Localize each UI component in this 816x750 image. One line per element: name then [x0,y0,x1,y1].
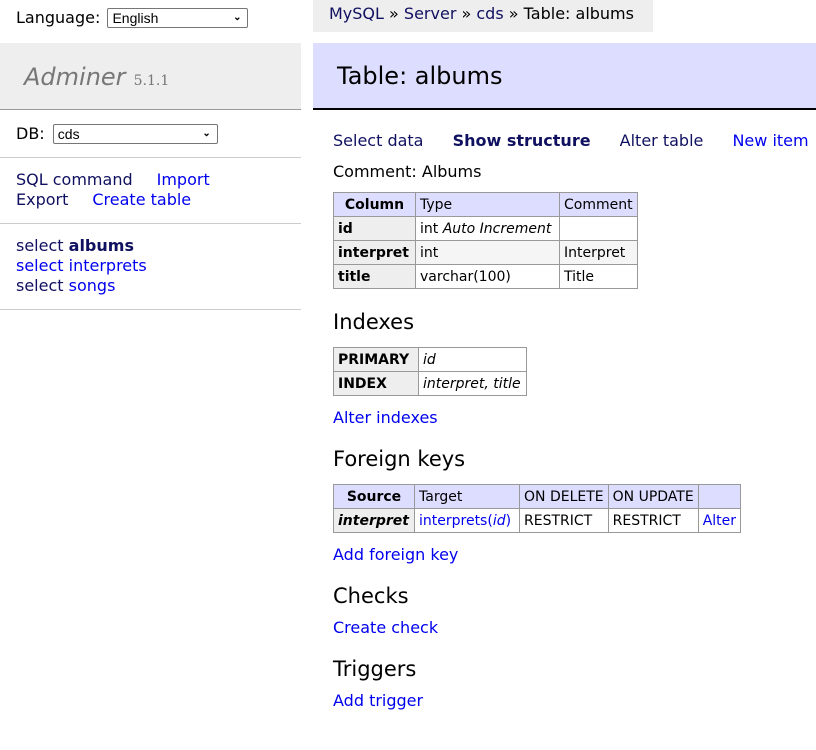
index-columns: interpret, title [418,371,527,396]
sidebar: Adminer 5.1.1 DB: cds ⌄ SQL command Impor… [0,43,301,310]
triggers-heading: Triggers [333,657,417,681]
paren-close: ) [505,512,512,529]
on-update-header: ON UPDATE [607,484,699,509]
page-title: Table: albums [313,43,816,110]
foreign-keys-table: Source Target ON DELETE ON UPDATE interp… [333,484,742,533]
fk-action: Alter [697,508,742,533]
language-label: Language: [16,8,101,27]
index-type: PRIMARY [333,347,419,372]
language-select[interactable]: English ⌄ [107,7,249,28]
table-row: id int Auto Increment [333,216,638,241]
breadcrumb: MySQL » Server » cds » Table: albums [313,0,653,32]
breadcrumb-current: Table: albums [523,4,634,23]
app-version: 5.1.1 [133,73,170,89]
fk-target-column: id [492,512,506,529]
column-comment: Title [559,264,638,289]
fk-target: interprets(id) [414,508,520,533]
breadcrumb-server[interactable]: Server [404,4,456,23]
table-list-item: select songs [16,276,301,296]
select-songs-link[interactable]: select [16,276,64,295]
on-delete-header: ON DELETE [519,484,609,509]
database-links: SQL command Import Export Create table [0,158,301,224]
breadcrumb-separator: » [508,4,519,23]
database-selector: DB: cds ⌄ [0,110,301,158]
select-albums-link[interactable]: select [16,236,64,255]
fk-on-update: RESTRICT [607,508,699,533]
type-header: Type [415,192,560,217]
table-list: select albums select interprets select s… [0,224,301,310]
main-content: Select data Show structure Alter table N… [333,131,813,710]
action-header [697,484,742,509]
checks-heading: Checks [333,584,409,608]
column-header: Column [333,192,416,217]
target-header: Target [414,484,520,509]
select-interprets-link[interactable]: select [16,256,64,275]
table-row: PRIMARY id [333,347,527,372]
columns-table: Column Type Comment id int Auto Incremen… [333,192,638,289]
alter-fk-link[interactable]: Alter [703,513,736,529]
index-columns: id [418,347,527,372]
alter-table-link[interactable]: Alter table [620,131,704,150]
export-link[interactable]: Export [16,190,68,209]
table-list-item: select albums [16,236,301,256]
table-songs-link[interactable]: songs [69,276,116,295]
db-select[interactable]: cds ⌄ [52,123,218,144]
language-selector-bar: Language: English ⌄ [16,7,249,28]
select-data-link[interactable]: Select data [333,131,423,150]
table-actions: Select data Show structure Alter table N… [333,131,813,150]
chevron-down-icon: ⌄ [233,11,242,23]
type-value: int [420,220,439,237]
column-name: interpret [333,240,416,265]
foreign-keys-heading: Foreign keys [333,447,466,471]
fk-target-link[interactable]: interprets(id) [419,513,511,529]
column-comment [559,216,638,241]
db-label: DB: [16,124,45,143]
table-albums-link[interactable]: albums [69,236,134,255]
column-type: int [415,240,560,265]
add-trigger-link[interactable]: Add trigger [333,691,423,710]
breadcrumb-mysql[interactable]: MySQL [329,4,384,23]
add-foreign-key-link[interactable]: Add foreign key [333,545,458,564]
table-row: INDEX interpret, title [333,371,527,396]
type-extra: Auto Increment [442,220,552,237]
column-type: varchar(100) [415,264,560,289]
language-select-value: English [112,9,159,26]
indexes-heading: Indexes [333,310,415,334]
fk-source: interpret [333,508,415,533]
column-type: int Auto Increment [415,216,560,241]
show-structure-link[interactable]: Show structure [453,131,591,150]
alter-indexes-link[interactable]: Alter indexes [333,408,438,427]
breadcrumb-separator: » [389,4,399,23]
sql-command-link[interactable]: SQL command [16,170,133,189]
column-name: id [333,216,416,241]
breadcrumb-separator: » [461,4,472,23]
fk-target-table: interprets [419,512,488,529]
table-list-item: select interprets [16,256,301,276]
breadcrumb-database[interactable]: cds [476,4,503,23]
fk-on-delete: RESTRICT [519,508,609,533]
table-interprets-link[interactable]: interprets [69,256,147,275]
app-logo: Adminer 5.1.1 [0,43,301,110]
source-header: Source [333,484,415,509]
app-name-link[interactable]: Adminer [24,63,126,91]
create-table-link[interactable]: Create table [92,190,191,209]
table-comment: Comment: Albums [333,162,482,181]
create-check-link[interactable]: Create check [333,618,438,637]
import-link[interactable]: Import [157,170,210,189]
column-comment: Interpret [559,240,638,265]
table-row: interpret int Interpret [333,240,638,265]
new-item-link[interactable]: New item [732,131,808,150]
index-type: INDEX [333,371,419,396]
db-select-value: cds [57,125,80,142]
table-row: title varchar(100) Title [333,264,638,289]
chevron-down-icon: ⌄ [202,127,211,139]
column-name: title [333,264,416,289]
indexes-table: PRIMARY id INDEX interpret, title [333,347,527,396]
comment-header: Comment [559,192,638,217]
table-row: interpret interprets(id) RESTRICT RESTRI… [333,508,742,533]
